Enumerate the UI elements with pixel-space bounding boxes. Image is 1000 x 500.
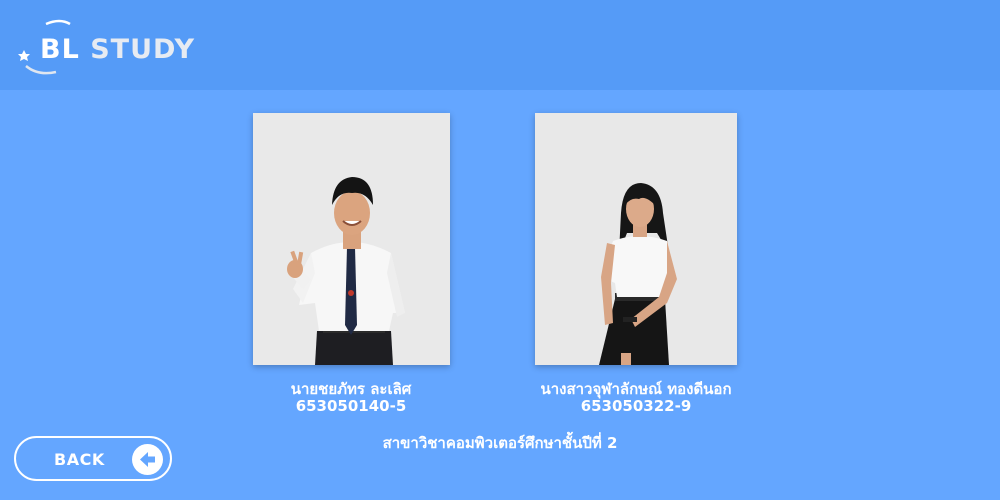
member-photo-2 xyxy=(535,113,737,365)
arrow-left-icon xyxy=(132,444,163,475)
member-id-1: 653050140-5 xyxy=(295,397,407,415)
logo-part2: STUDY xyxy=(90,34,195,65)
logo[interactable]: BL STUDY xyxy=(16,18,216,80)
back-button-label: BACK xyxy=(54,450,105,469)
student-photo-male xyxy=(253,113,450,365)
member-id-2: 653050322-9 xyxy=(580,397,692,415)
logo-text: BL STUDY xyxy=(40,34,195,65)
student-photo-female xyxy=(535,113,737,365)
header-bar: BL STUDY xyxy=(0,0,1000,90)
member-photo-1 xyxy=(253,113,450,365)
logo-part1: BL xyxy=(40,34,80,65)
back-button[interactable]: BACK xyxy=(14,436,172,481)
program-label: สาขาวิชาคอมพิวเตอร์ศึกษาชั้นปีที่ 2 xyxy=(382,434,618,452)
